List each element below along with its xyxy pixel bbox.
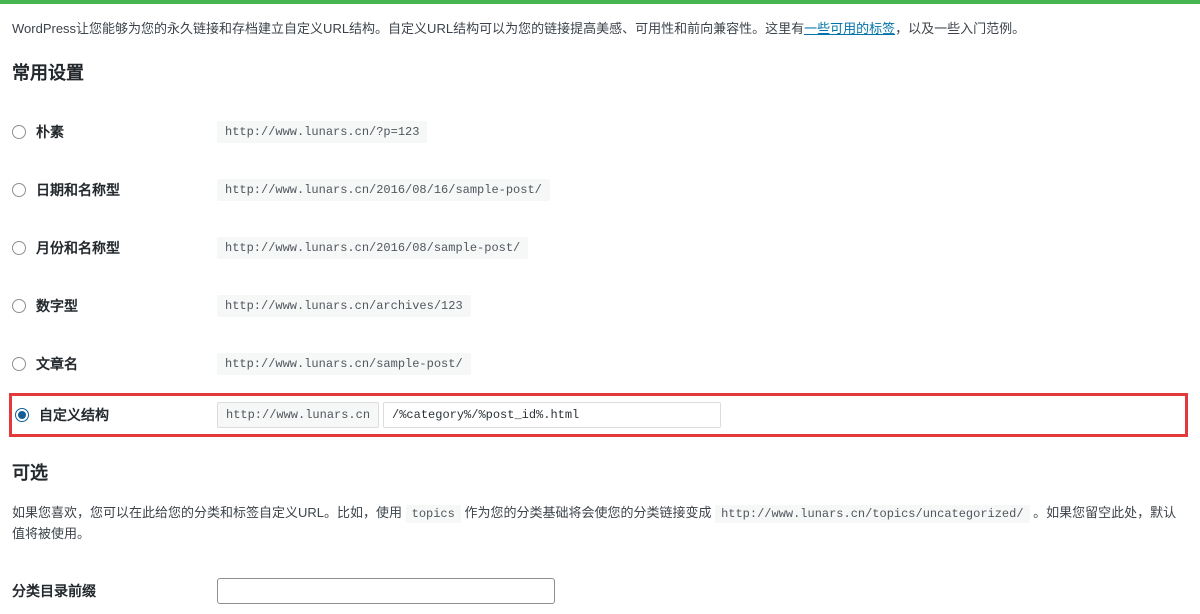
option-label-numeric: 数字型 — [36, 296, 78, 316]
intro-paragraph: WordPress让您能够为您的永久链接和存档建立自定义URL结构。自定义URL… — [12, 19, 1188, 39]
custom-structure-highlighted: 自定义结构 http://www.lunars.cn — [9, 393, 1188, 437]
radio-postname[interactable] — [12, 357, 26, 371]
optional-heading: 可选 — [12, 459, 1188, 485]
radio-day-name[interactable] — [12, 183, 26, 197]
top-highlight-bar — [0, 0, 1200, 4]
common-settings-heading: 常用设置 — [12, 59, 1188, 85]
permalink-option-day-name[interactable]: 日期和名称型 http://www.lunars.cn/2016/08/16/s… — [12, 161, 1188, 219]
permalink-option-plain[interactable]: 朴素 http://www.lunars.cn/?p=123 — [12, 103, 1188, 161]
url-example-day-name: http://www.lunars.cn/2016/08/16/sample-p… — [217, 179, 550, 201]
option-label-custom: 自定义结构 — [39, 405, 109, 425]
category-prefix-row: 分类目录前缀 — [12, 568, 1188, 614]
available-tags-link[interactable]: 一些可用的标签 — [804, 21, 895, 36]
category-prefix-label: 分类目录前缀 — [12, 581, 217, 601]
url-example-month-name: http://www.lunars.cn/2016/08/sample-post… — [217, 237, 528, 259]
radio-numeric[interactable] — [12, 299, 26, 313]
url-example-postname: http://www.lunars.cn/sample-post/ — [217, 353, 471, 375]
option-label-month-name: 月份和名称型 — [36, 238, 120, 258]
permalink-option-numeric[interactable]: 数字型 http://www.lunars.cn/archives/123 — [12, 277, 1188, 335]
permalink-option-month-name[interactable]: 月份和名称型 http://www.lunars.cn/2016/08/samp… — [12, 219, 1188, 277]
url-example-numeric: http://www.lunars.cn/archives/123 — [217, 295, 471, 317]
optional-desc-code2: http://www.lunars.cn/topics/uncategorize… — [715, 505, 1029, 523]
radio-plain[interactable] — [12, 125, 26, 139]
optional-desc-p2: 作为您的分类基础将会使您的分类链接变成 — [461, 505, 715, 520]
permalink-option-postname[interactable]: 文章名 http://www.lunars.cn/sample-post/ — [12, 335, 1188, 393]
custom-base-url: http://www.lunars.cn — [217, 402, 379, 428]
custom-structure-input[interactable] — [383, 402, 721, 428]
optional-desc-p1: 如果您喜欢，您可以在此给您的分类和标签自定义URL。比如，使用 — [12, 505, 406, 520]
option-label-plain: 朴素 — [36, 122, 64, 142]
category-prefix-input[interactable] — [217, 578, 555, 604]
radio-month-name[interactable] — [12, 241, 26, 255]
optional-description: 如果您喜欢，您可以在此给您的分类和标签自定义URL。比如，使用 topics 作… — [12, 503, 1188, 545]
intro-text-before: WordPress让您能够为您的永久链接和存档建立自定义URL结构。自定义URL… — [12, 21, 804, 36]
optional-desc-code1: topics — [406, 505, 461, 523]
option-label-day-name: 日期和名称型 — [36, 180, 120, 200]
intro-text-after: ，以及一些入门范例。 — [895, 21, 1025, 36]
radio-custom[interactable] — [15, 408, 29, 422]
option-label-postname: 文章名 — [36, 354, 78, 374]
url-example-plain: http://www.lunars.cn/?p=123 — [217, 121, 427, 143]
